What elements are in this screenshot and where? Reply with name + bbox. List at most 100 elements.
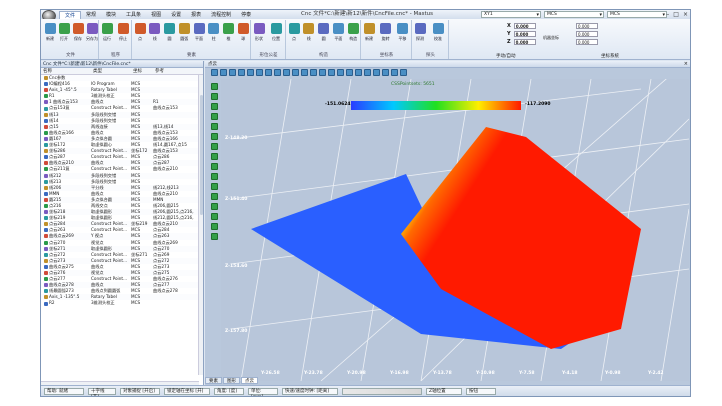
extra-value-1[interactable]: 0.000 <box>576 23 598 29</box>
menu-tab[interactable]: 停泰 <box>236 11 256 19</box>
side-tool-icon[interactable] <box>211 83 218 90</box>
ribbon-button[interactable]: 球 <box>236 23 250 42</box>
ribbon-button[interactable]: 新建 <box>43 23 57 42</box>
ribbon-button[interactable]: 椎 <box>222 23 236 42</box>
ribbon-button[interactable]: 柱 <box>207 23 221 42</box>
coord-select-3[interactable]: MCS <box>607 11 667 18</box>
ribbon-button[interactable]: 停止 <box>116 23 130 42</box>
tree-column-headers: 名称 类型 坐标 参考 <box>41 68 203 75</box>
view-tool-icon[interactable] <box>373 69 380 76</box>
coord-select-1[interactable]: XY1 <box>481 11 541 18</box>
ribbon-button[interactable]: 形状 <box>252 23 266 42</box>
menu-tab[interactable]: 设置 <box>166 11 186 19</box>
side-tool-icon[interactable] <box>211 123 218 130</box>
view-tool-icon[interactable] <box>382 69 389 76</box>
view-tool-icon[interactable] <box>337 69 344 76</box>
close-icon[interactable]: × <box>683 10 688 19</box>
view-tool-icon[interactable] <box>256 69 263 76</box>
bottom-tab[interactable]: 点云 <box>241 377 258 384</box>
ribbon-button[interactable]: 点 <box>287 23 301 42</box>
ribbon-button[interactable]: 运行 <box>100 23 114 42</box>
view-tool-icon[interactable] <box>319 69 326 76</box>
minimize-icon[interactable]: – <box>666 10 669 19</box>
ribbon-button[interactable]: 线 <box>302 23 316 42</box>
ribbon-button[interactable]: 构造 <box>346 23 360 42</box>
view-tool-icon[interactable] <box>247 69 254 76</box>
side-tool-icon[interactable] <box>211 223 218 230</box>
extra-value-3[interactable]: 0.000 <box>576 39 598 45</box>
side-tool-icon[interactable] <box>211 173 218 180</box>
side-tool-icon[interactable] <box>211 93 218 100</box>
menu-tab[interactable]: 报表 <box>186 11 206 19</box>
ribbon-button[interactable]: 校准 <box>431 23 445 42</box>
ribbon-button[interactable]: 旋转 <box>379 23 393 42</box>
col-ref[interactable]: 参考 <box>153 68 200 74</box>
point-cloud-canvas[interactable]: CSSPointsets: 5651 -151.0624 -117.2090 Z… <box>221 79 689 381</box>
ribbon-button[interactable]: 平面 <box>331 23 345 42</box>
view-tool-icon[interactable] <box>328 69 335 76</box>
tree-row[interactable]: R2 3维测头校正 MCS <box>41 300 203 306</box>
menu-tab[interactable]: 常规 <box>81 11 101 19</box>
side-tool-icon[interactable] <box>211 193 218 200</box>
col-coord[interactable]: 坐标 <box>131 68 153 74</box>
tree-vscrollbar[interactable] <box>198 75 203 375</box>
view-tool-icon[interactable] <box>355 69 362 76</box>
ribbon-button[interactable]: 新建 <box>362 23 376 42</box>
ribbon-button-label: 打开 <box>60 36 68 41</box>
side-tool-icon[interactable] <box>211 133 218 140</box>
view-tool-icon[interactable] <box>220 69 227 76</box>
side-tool-icon[interactable] <box>211 183 218 190</box>
view-tool-icon[interactable] <box>364 69 371 76</box>
ribbon-button[interactable]: 圆 <box>163 23 177 42</box>
tool-icon <box>134 23 146 34</box>
side-tool-icon[interactable] <box>211 153 218 160</box>
col-name[interactable]: 名称 <box>41 68 91 74</box>
ribbon-button[interactable]: 圆 <box>317 23 331 42</box>
ribbon-button[interactable]: 平面 <box>192 23 206 42</box>
view-tool-icon[interactable] <box>238 69 245 76</box>
view-tool-icon[interactable] <box>283 69 290 76</box>
ribbon-button[interactable]: 圆弧 <box>177 23 191 42</box>
view-tool-icon[interactable] <box>274 69 281 76</box>
view-tool-icon[interactable] <box>310 69 317 76</box>
coord-select-2[interactable]: MCS <box>544 11 604 18</box>
view-tool-icon[interactable] <box>346 69 353 76</box>
ribbon-button[interactable]: 保存 <box>71 23 85 42</box>
ribbon-button[interactable]: 另存为 <box>85 23 99 42</box>
view-tool-icon[interactable] <box>229 69 236 76</box>
menu-tab[interactable]: 文件 <box>59 11 82 19</box>
side-tool-icon[interactable] <box>211 163 218 170</box>
menu-tab[interactable]: 模块 <box>101 11 121 19</box>
side-tool-icon[interactable] <box>211 143 218 150</box>
side-tool-icon[interactable] <box>211 113 218 120</box>
ribbon-button[interactable]: 平移 <box>395 23 409 42</box>
view-tool-icon[interactable] <box>211 69 218 76</box>
extra-value-2[interactable]: 0.000 <box>576 31 598 37</box>
view-tool-icon[interactable] <box>301 69 308 76</box>
view-tool-icon[interactable] <box>391 69 398 76</box>
side-tool-icon[interactable] <box>211 203 218 210</box>
side-tool-icon[interactable] <box>211 233 218 240</box>
view-tool-icon[interactable] <box>292 69 299 76</box>
bottom-tab[interactable]: 图形 <box>223 377 240 384</box>
tool-icon <box>44 23 56 34</box>
ribbon-button[interactable]: 打开 <box>57 23 71 42</box>
ribbon-button[interactable]: 线 <box>148 23 162 42</box>
ribbon-button[interactable]: 探测 <box>413 23 427 42</box>
ribbon-button[interactable]: 点 <box>133 23 147 42</box>
view-close-icon[interactable]: × <box>684 61 688 68</box>
tool-icon <box>288 23 300 34</box>
maximize-icon[interactable]: □ <box>673 10 679 19</box>
view-tab[interactable]: 点云 × <box>205 61 690 68</box>
menu-tab[interactable]: 流程控制 <box>206 11 236 19</box>
side-tool-icon[interactable] <box>211 213 218 220</box>
ribbon-button[interactable]: 位置 <box>269 23 283 42</box>
col-type[interactable]: 类型 <box>91 68 131 74</box>
view-tool-icon[interactable] <box>400 69 407 76</box>
bottom-tab[interactable]: 要素 <box>205 377 222 384</box>
side-tool-icon[interactable] <box>211 103 218 110</box>
view-tool-icon[interactable] <box>265 69 272 76</box>
menu-tab[interactable]: 视图 <box>146 11 166 19</box>
feature-icon <box>44 258 48 263</box>
menu-tab[interactable]: 工具条 <box>121 11 146 19</box>
